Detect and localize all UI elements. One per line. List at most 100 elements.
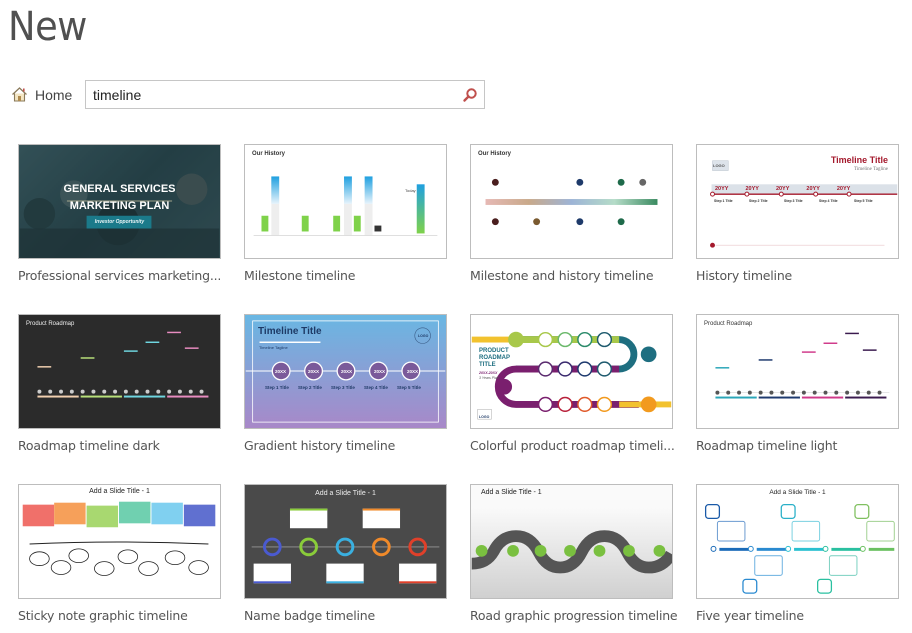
search-box [85, 80, 485, 109]
template-thumbnail: Product Roadmap [696, 314, 899, 429]
template-thumbnail: Our History Today [244, 144, 447, 259]
year-label: 20XX [374, 369, 386, 374]
template-tile[interactable]: Timeline Title Timeline Tagline LOGO 20X… [244, 314, 447, 453]
thumb-years: 20XX-20XX [479, 371, 498, 375]
year-label: 20XX [275, 369, 287, 374]
thumb-title: Our History [252, 151, 286, 157]
thumb-logo: LOGO [479, 415, 490, 419]
step-label: Step 4 Title [819, 199, 838, 203]
template-tile[interactable]: Product Roadmap Roadmap timeline light [696, 314, 899, 453]
template-tile[interactable]: Timeline Title Timeline Tagline LOGO 20Y… [696, 144, 899, 283]
step-label: Step 4 Title [364, 385, 388, 390]
home-label: Home [35, 86, 73, 103]
year-label: 20YY [775, 186, 790, 192]
template-thumbnail: Add a Slide Title - 1 [696, 484, 899, 599]
template-tile[interactable]: Add a Slide Title - 1 Road graphic progr… [470, 484, 678, 623]
step-label: Step 2 Title [298, 385, 322, 390]
step-label: Step 2 Title [749, 199, 768, 203]
thumb-tagline: Timeline Tagline [259, 345, 288, 350]
template-thumbnail: Add a Slide Title - 1 [18, 484, 221, 599]
template-thumbnail: PRODUCT ROADMAP TITLE 20XX-20XX 3 Years … [470, 314, 673, 429]
thumbnail-art [37, 331, 209, 398]
template-thumbnail: Timeline Title Timeline Tagline LOGO 20X… [244, 314, 447, 429]
template-label: Roadmap timeline dark [18, 438, 160, 453]
thumbnail-art [253, 176, 438, 236]
search-icon [463, 87, 477, 102]
title-line: ROADMAP [479, 355, 510, 361]
year-label: 20XX [341, 369, 353, 374]
thumbnail-art [251, 508, 440, 584]
thumb-badge: Investor Opportunity [94, 219, 145, 225]
template-label: Name badge timeline [244, 608, 375, 623]
template-label: Milestone timeline [244, 268, 356, 283]
template-thumbnail: Product Roadmap [18, 314, 221, 429]
home-icon [12, 87, 27, 102]
thumb-years: 20YY 20YY 20YY 20YY 20YY [715, 186, 850, 192]
template-thumbnail: Add a Slide Title - 1 [470, 484, 673, 599]
template-label: Road graphic progression timeline [470, 608, 678, 623]
step-label: Step 1 Title [265, 385, 289, 390]
search-input[interactable] [86, 81, 456, 108]
thumb-line2: MARKETING PLAN [69, 200, 170, 212]
template-thumbnail: GENERAL SERVICES MARKETING PLAN Investor… [18, 144, 221, 259]
thumb-title: Timeline Title [830, 155, 888, 165]
template-label: Colorful product roadmap timeli... [470, 438, 675, 453]
page-title: New [8, 4, 87, 50]
thumb-plan: 3 Years Plan [479, 376, 499, 380]
thumbnail-art [22, 501, 216, 576]
template-label: Milestone and history timeline [470, 268, 654, 283]
search-button[interactable] [456, 81, 484, 108]
thumb-steps: Step 1 Title Step 2 Title Step 3 Title S… [714, 199, 878, 203]
thumb-title: PRODUCT ROADMAP TITLE [479, 348, 510, 369]
template-tile[interactable]: Our History Today Milestone timeline [244, 144, 447, 283]
thumb-title: Add a Slide Title - 1 [769, 489, 826, 496]
thumb-tagline: Timeline Tagline [854, 167, 888, 172]
template-label: Five year timeline [696, 608, 804, 623]
thumbnail-art [704, 504, 895, 594]
thumb-logo: LOGO [418, 334, 429, 338]
template-thumbnail: Our History [470, 144, 673, 259]
template-tile[interactable]: Add a Slide Title - 1 Name badge timelin… [244, 484, 447, 623]
thumb-title: Add a Slide Title - 1 [89, 488, 150, 495]
step-label: Step 1 Title [714, 199, 733, 203]
thumb-title: Add a Slide Title - 1 [315, 490, 376, 497]
thumbnail-art [715, 332, 890, 399]
thumb-title: Product Roadmap [26, 321, 75, 327]
template-tile[interactable]: Add a Slide Title - 1 Sticky note graphi… [18, 484, 221, 623]
year-label: 20XX [308, 369, 320, 374]
thumb-title: Product Roadmap [704, 321, 753, 327]
template-thumbnail: Add a Slide Title - 1 [244, 484, 447, 599]
thumbnail-art [471, 331, 672, 420]
template-tile[interactable]: PRODUCT ROADMAP TITLE 20XX-20XX 3 Years … [470, 314, 675, 453]
title-line: TITLE [479, 362, 496, 368]
template-label: Professional services marketing... [18, 268, 222, 283]
step-label: Step 5 Title [397, 385, 421, 390]
step-label: Step 3 Title [331, 385, 355, 390]
template-label: Roadmap timeline light [696, 438, 838, 453]
thumb-title: Timeline Title [258, 326, 322, 337]
template-label: History timeline [696, 268, 793, 283]
template-tile[interactable]: Add a Slide Title - 1 Five year timeline [696, 484, 899, 623]
thumbnail-art [485, 178, 658, 226]
thumb-title: Our History [478, 151, 512, 157]
year-label: 20YY [745, 186, 759, 192]
step-label: Step 3 Title [784, 199, 803, 203]
template-label: Gradient history timeline [244, 438, 396, 453]
template-tile[interactable]: Product Roadmap Roadmap timeline dark [18, 314, 221, 453]
template-thumbnail: Timeline Title Timeline Tagline LOGO 20Y… [696, 144, 899, 259]
year-label: 20XX [407, 369, 419, 374]
year-label: 20YY [715, 186, 729, 192]
year-label: 20YY [806, 186, 820, 192]
thumb-logo: LOGO [713, 163, 725, 168]
template-label: Sticky note graphic timeline [18, 608, 188, 623]
thumb-title: Add a Slide Title - 1 [481, 489, 542, 496]
step-label: Step 5 Title [854, 199, 873, 203]
year-label: 20YY [836, 186, 851, 192]
home-link[interactable]: Home [11, 86, 72, 103]
thumb-today: Today [405, 188, 416, 193]
title-line: PRODUCT [479, 348, 509, 354]
template-tile[interactable]: Our History Milestone and history timeli… [470, 144, 673, 283]
thumb-line1: GENERAL SERVICES [63, 183, 176, 195]
template-tile[interactable]: GENERAL SERVICES MARKETING PLAN Investor… [18, 144, 221, 283]
thumbnail-art [471, 530, 672, 574]
